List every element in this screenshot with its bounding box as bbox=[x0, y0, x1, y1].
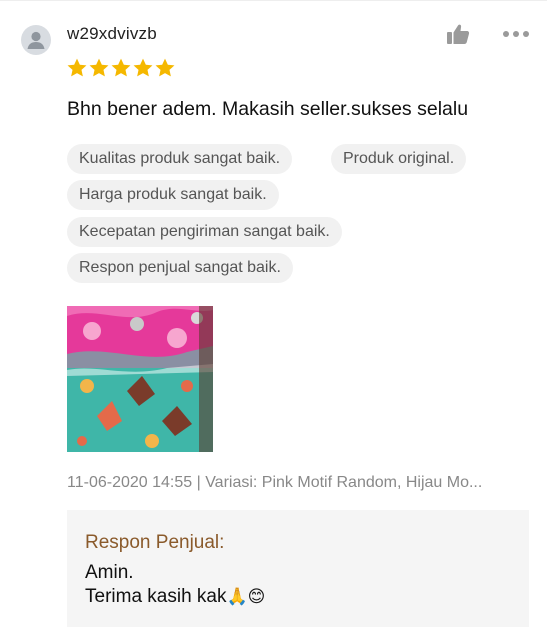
star-icon bbox=[67, 58, 87, 77]
seller-reply-line2-text: Terima kasih kak bbox=[85, 586, 227, 607]
user-avatar-icon[interactable] bbox=[21, 25, 51, 55]
top-divider bbox=[0, 0, 547, 1]
review-comment: Bhn bener adem. Makasih seller.sukses se… bbox=[67, 98, 469, 120]
seller-reply-title: Respon Penjual: bbox=[85, 532, 225, 553]
star-icon bbox=[89, 58, 109, 77]
star-icon bbox=[111, 58, 131, 77]
review-tag: Harga produk sangat baik. bbox=[67, 180, 279, 210]
review-photo-thumbnail[interactable] bbox=[67, 306, 213, 452]
star-icon bbox=[133, 58, 153, 77]
more-options-icon[interactable] bbox=[502, 27, 532, 39]
thumbs-up-icon[interactable] bbox=[446, 23, 470, 45]
seller-reply-box: Respon Penjual: Amin. Terima kasih kak🙏😊 bbox=[67, 510, 529, 627]
seller-reply-line2: Terima kasih kak🙏😊 bbox=[85, 586, 265, 608]
review-tag: Kecepatan pengiriman sangat baik. bbox=[67, 217, 342, 247]
review-tag: Kualitas produk sangat baik. bbox=[67, 144, 293, 174]
review-tag: Respon penjual sangat baik. bbox=[67, 253, 293, 283]
star-rating bbox=[66, 57, 176, 81]
reviewer-username: w29xdvivzb bbox=[67, 24, 157, 43]
seller-reply-line1: Amin. bbox=[85, 562, 134, 583]
seller-reply-emojis: 🙏😊 bbox=[226, 587, 266, 606]
star-icon bbox=[155, 58, 175, 77]
review-tag: Produk original. bbox=[331, 144, 467, 174]
review-meta: 11-06-2020 14:55 | Variasi: Pink Motif R… bbox=[67, 474, 483, 491]
